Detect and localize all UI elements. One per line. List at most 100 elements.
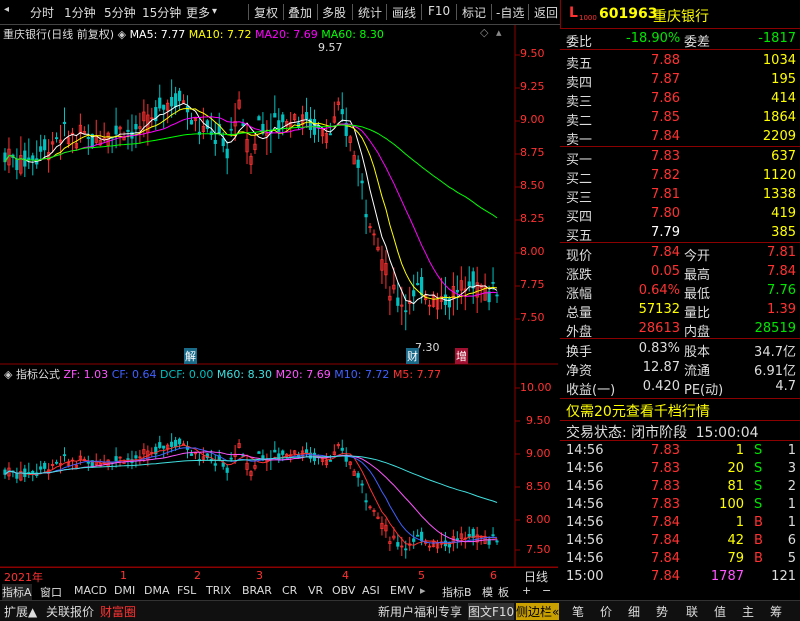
tab-dma[interactable]: DMA — [144, 584, 170, 597]
tab-more[interactable]: 更多 — [186, 4, 210, 21]
stat-value: 28519 — [754, 321, 796, 336]
candle-body — [340, 109, 344, 115]
tab-dmi[interactable]: DMI — [114, 584, 135, 597]
tab-window[interactable]: 窗口 — [40, 584, 62, 600]
indicator-line — [4, 451, 498, 543]
tick-time: 14:56 — [566, 497, 604, 512]
candle-body — [412, 538, 416, 542]
btn-tongji[interactable]: 统计 — [358, 4, 382, 21]
indicator-chart[interactable]: ◈ 指标公式 ZF: 1.03 CF: 0.64 DCF: 0.00 M60: … — [0, 363, 558, 568]
btn-biaoji[interactable]: 标记 — [462, 4, 486, 21]
btn-chou[interactable]: 筹 — [770, 603, 782, 620]
bid-row: 买五 7.79 385 — [560, 223, 800, 244]
time-month: 3 — [256, 569, 263, 582]
candle-body — [281, 450, 285, 455]
bid-volume: 385 — [771, 225, 796, 240]
candle-body — [416, 534, 420, 537]
candle-body — [158, 442, 162, 448]
candle-body — [404, 548, 408, 551]
candle-body — [225, 148, 229, 159]
diamond-icon[interactable]: ◇ — [480, 26, 488, 39]
tab-add[interactable]: + — [522, 584, 531, 597]
tick-side: B — [754, 551, 763, 566]
tab-emv[interactable]: EMV — [390, 584, 414, 597]
candle-body — [39, 146, 43, 152]
tab-scroll-icon[interactable]: ▸ — [420, 584, 426, 597]
sidebar-button[interactable]: 侧边栏« — [516, 603, 560, 620]
ask-volume: 414 — [771, 91, 796, 106]
tab-brar[interactable]: BRAR — [242, 584, 272, 597]
stat-row: 净资 12.87 流通 6.91亿 — [560, 358, 800, 379]
tab-fenshi[interactable]: 分时 — [30, 4, 54, 21]
btn-diejia[interactable]: 叠加 — [288, 4, 312, 21]
btn-huaxian[interactable]: 画线 — [392, 4, 416, 21]
btn-duogu[interactable]: 多股 — [322, 4, 346, 21]
tab-15min[interactable]: 15分钟 — [142, 4, 181, 21]
btn-lian[interactable]: 联 — [686, 603, 698, 620]
new-user-promo[interactable]: 新用户福利专享 — [378, 603, 462, 620]
candle-body — [158, 97, 162, 109]
tab-1min[interactable]: 1分钟 — [64, 4, 96, 21]
tick-price: 7.83 — [651, 461, 680, 476]
candle-body — [416, 283, 420, 286]
promo-link[interactable]: 仅需20元查看千档行情 — [566, 401, 710, 421]
btn-zhu[interactable]: 主 — [742, 603, 754, 620]
related-quote-button[interactable]: 关联报价 — [46, 603, 94, 620]
settings-icon[interactable]: ◈ — [4, 368, 12, 381]
tick-count: 1 — [787, 515, 796, 530]
time-month: 4 — [342, 569, 349, 582]
menu-icon[interactable]: ◂ — [4, 4, 9, 15]
candle-body — [54, 137, 59, 140]
btn-zhi[interactable]: 值 — [714, 603, 726, 620]
tab-5min[interactable]: 5分钟 — [104, 4, 136, 21]
btn-f10[interactable]: F10 — [428, 4, 450, 18]
tab-vr[interactable]: VR — [308, 584, 323, 597]
tab-board[interactable]: 板 — [498, 584, 509, 600]
tab-cr[interactable]: CR — [282, 584, 297, 597]
axis-tick: 8.00 — [526, 513, 551, 526]
candle-body — [174, 439, 178, 448]
btn-bi[interactable]: 笔 — [572, 603, 584, 620]
tab-indicator-b[interactable]: 指标B — [442, 584, 472, 600]
mark-zeng[interactable]: 增 — [455, 348, 468, 364]
candle-body — [114, 456, 118, 461]
wealth-circle-button[interactable]: 财富圈 — [100, 603, 136, 620]
weicha-label: 委差 — [684, 35, 711, 50]
expand-button[interactable]: 扩展▲ — [4, 603, 37, 620]
ask-row: 卖二 7.85 1864 — [560, 108, 800, 129]
ask-price: 7.85 — [651, 110, 680, 125]
tab-macd[interactable]: MACD — [74, 584, 107, 597]
stat-row: 外盘 28613 内盘 28519 — [560, 319, 800, 340]
axis-tick: 8.50 — [520, 179, 545, 192]
tab-remove[interactable]: − — [542, 584, 551, 597]
bid-price: 7.80 — [651, 206, 680, 221]
more-chevron-icon[interactable]: ▾ — [212, 6, 217, 17]
axis-tick: 9.25 — [520, 80, 545, 93]
candle-body — [404, 310, 408, 313]
candle-body — [471, 271, 475, 289]
mark-cai[interactable]: 财 — [406, 348, 419, 364]
settings-icon[interactable]: ◈ — [118, 28, 126, 41]
btn-xi[interactable]: 细 — [628, 603, 640, 620]
stat-value: 7.84 — [651, 245, 680, 260]
btn-shi[interactable]: 势 — [656, 603, 668, 620]
collapse-icon[interactable]: ▴ — [496, 26, 502, 39]
tick-count: 121 — [771, 569, 796, 584]
tab-asi[interactable]: ASI — [362, 584, 380, 597]
tab-obv[interactable]: OBV — [332, 584, 355, 597]
btn-fanhui[interactable]: 返回 — [534, 4, 558, 21]
f10-button[interactable]: 图文F10 — [468, 603, 515, 620]
mark-jie[interactable]: 解 — [184, 348, 197, 364]
tab-template[interactable]: 模 — [482, 584, 493, 600]
btn-jia[interactable]: 价 — [600, 603, 612, 620]
tab-fsl[interactable]: FSL — [177, 584, 196, 597]
tab-indicator-a[interactable]: 指标A — [2, 584, 32, 600]
stat-value: 7.81 — [767, 245, 796, 260]
kline-chart[interactable]: 重庆银行(日线 前复权) ◈ MA5: 7.77 MA10: 7.72 MA20… — [0, 25, 558, 365]
tab-trix[interactable]: TRIX — [206, 584, 231, 597]
candle-body — [455, 289, 459, 293]
btn-zixuan[interactable]: -自选 — [496, 4, 524, 21]
tick-volume: 79 — [727, 551, 744, 566]
btn-fuquan[interactable]: 复权 — [254, 4, 278, 21]
axis-tick: 8.75 — [520, 146, 545, 159]
